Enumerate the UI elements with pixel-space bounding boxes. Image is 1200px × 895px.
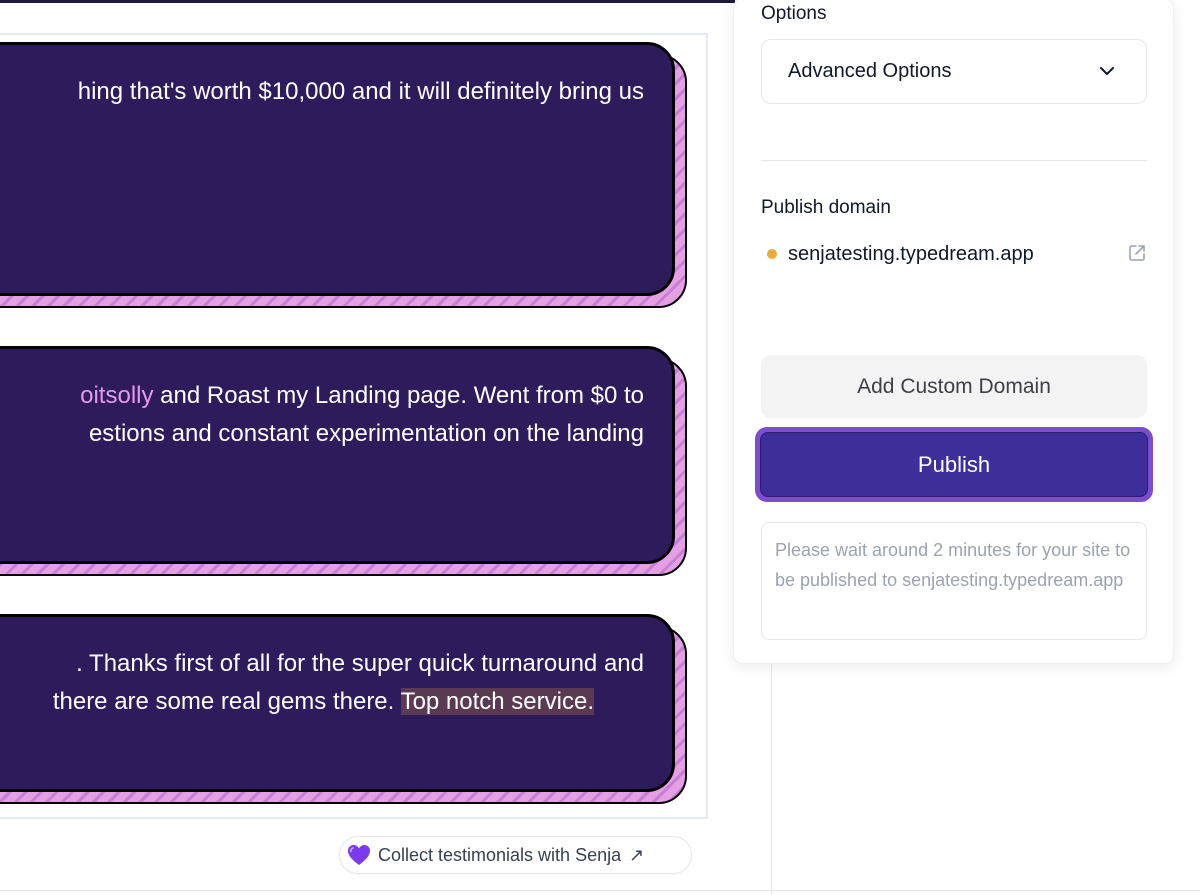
- testimonial-text-line: estions and constant experimentation on …: [88, 420, 644, 447]
- canvas-top-border: [0, 0, 735, 3]
- editor-divider: [771, 660, 772, 895]
- testimonial-text-line: oitsolly and Roast my Landing page. Went…: [80, 382, 644, 409]
- testimonial-text-line: there are some real gems there. Top notc…: [52, 688, 594, 715]
- publish-button[interactable]: Publish: [760, 432, 1148, 497]
- heart-icon: [346, 843, 372, 867]
- senja-branding-link[interactable]: Collect testimonials with Senja ↗: [339, 836, 692, 874]
- section-divider: [761, 160, 1147, 161]
- bottom-divider: [0, 890, 1200, 891]
- testimonial-card: oitsolly and Roast my Landing page. Went…: [0, 346, 687, 576]
- testimonial-card-body: . Thanks first of all for the super quic…: [0, 614, 675, 792]
- highlighted-text: Top notch service.: [400, 688, 594, 715]
- testimonial-card: . Thanks first of all for the super quic…: [0, 614, 687, 804]
- publish-domain-label: Publish domain: [761, 197, 891, 218]
- domain-text: senjatesting.typedream.app: [788, 242, 1034, 265]
- testimonial-text-line: hing that's worth $10,000 and it will de…: [77, 78, 644, 105]
- add-custom-domain-button[interactable]: Add Custom Domain: [761, 355, 1147, 418]
- testimonial-card-body: hing that's worth $10,000 and it will de…: [0, 42, 675, 296]
- external-link-icon[interactable]: [1127, 243, 1147, 268]
- publish-panel: Options Advanced Options Publish domain …: [733, 0, 1174, 664]
- mention-link[interactable]: oitsolly: [80, 382, 153, 409]
- testimonial-card-body: oitsolly and Roast my Landing page. Went…: [0, 346, 675, 564]
- publish-button-ring: Publish: [755, 427, 1153, 502]
- branding-label: Collect testimonials with Senja: [378, 844, 622, 865]
- status-dot: [767, 249, 777, 259]
- domain-row: senjatesting.typedream.app: [761, 239, 1147, 269]
- publish-notice: Please wait around 2 minutes for your si…: [761, 522, 1147, 640]
- testimonial-text-line: . Thanks first of all for the super quic…: [76, 650, 644, 677]
- external-arrow-icon: ↗: [629, 844, 645, 865]
- options-select[interactable]: Advanced Options: [761, 39, 1147, 104]
- options-label: Options: [761, 3, 827, 24]
- chevron-down-icon: [1098, 62, 1116, 86]
- testimonial-card: hing that's worth $10,000 and it will de…: [0, 42, 687, 308]
- options-select-value: Advanced Options: [788, 60, 952, 82]
